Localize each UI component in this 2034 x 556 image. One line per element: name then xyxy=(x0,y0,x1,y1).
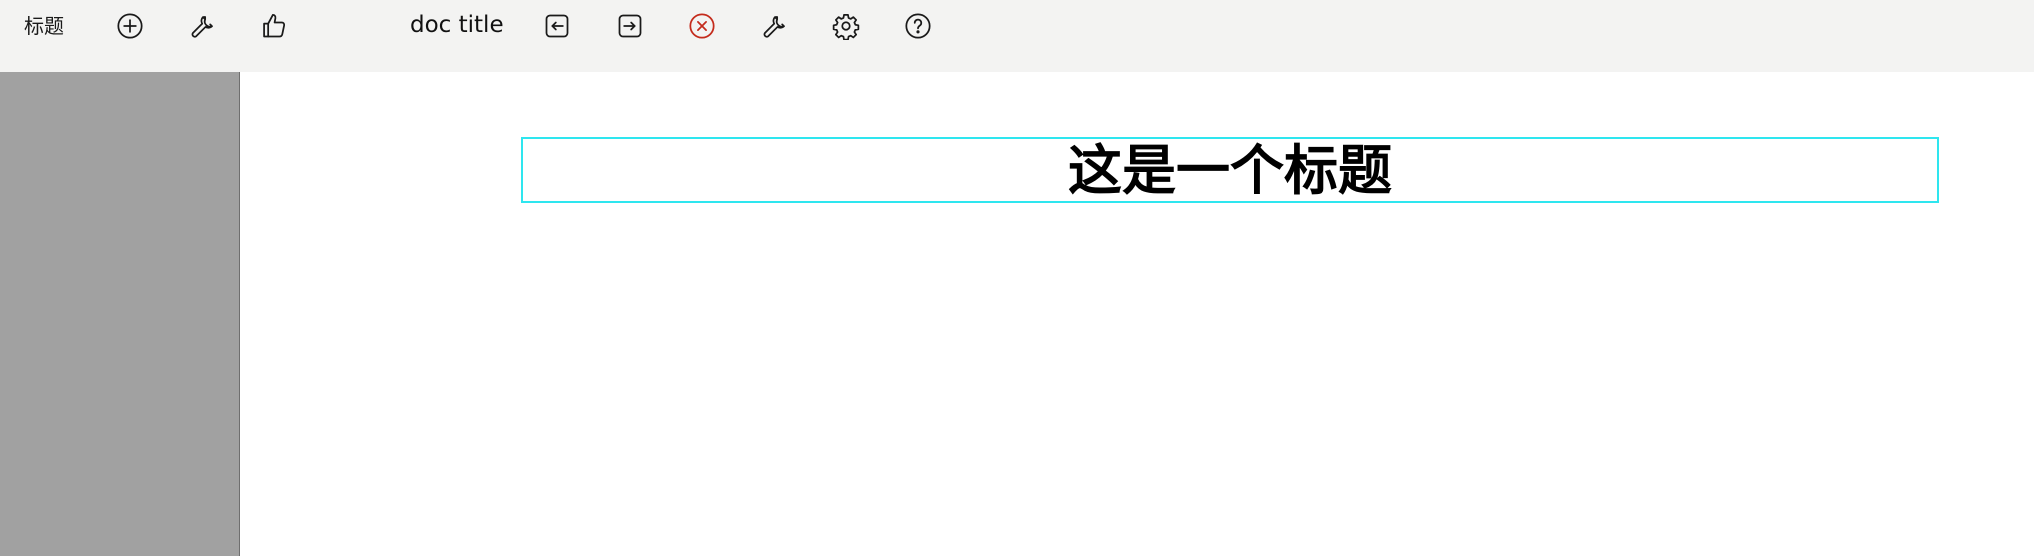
add-circle-icon xyxy=(117,13,143,39)
thumbs-up-icon xyxy=(263,14,286,38)
export-icon xyxy=(618,14,642,38)
side-panel xyxy=(0,72,240,556)
import-icon xyxy=(545,14,569,38)
tools-button[interactable] xyxy=(186,10,218,42)
settings-button[interactable] xyxy=(830,10,862,42)
close-button[interactable] xyxy=(686,10,718,42)
toolbar: 标题 doc title xyxy=(0,0,2034,72)
like-button[interactable] xyxy=(258,10,290,42)
heading-box[interactable]: 这是一个标题 xyxy=(521,137,1939,203)
app-title: 标题 xyxy=(24,14,64,38)
settings-gear-icon xyxy=(832,14,860,40)
wrench-icon xyxy=(763,16,785,38)
wrench-icon xyxy=(191,16,213,38)
export-button[interactable] xyxy=(614,10,646,42)
document-heading: 这是一个标题 xyxy=(1068,138,1392,202)
import-button[interactable] xyxy=(541,10,573,42)
add-button[interactable] xyxy=(114,10,146,42)
close-circle-icon xyxy=(689,13,715,39)
doc-title: doc title xyxy=(410,12,504,38)
help-icon xyxy=(905,13,931,39)
tools-button-2[interactable] xyxy=(758,10,790,42)
help-button[interactable] xyxy=(902,10,934,42)
